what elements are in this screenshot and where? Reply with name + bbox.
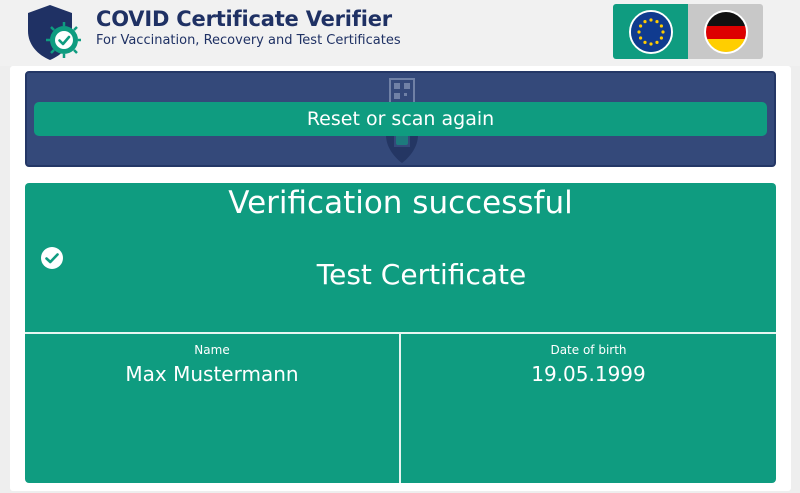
certificate-type: Test Certificate [316,258,527,291]
language-de-button[interactable] [688,4,763,59]
name-value: Max Mustermann [125,362,299,386]
german-flag-icon [703,9,748,54]
result-header: Verification successful Test Certificate [25,183,776,333]
language-switch [613,4,763,59]
dob-value: 19.05.1999 [531,362,646,386]
app-subtitle: For Vaccination, Recovery and Test Certi… [96,33,401,48]
eu-flag-icon [628,9,673,54]
language-eu-button[interactable] [613,4,688,59]
app-header: COVID Certificate Verifier For Vaccinati… [0,0,800,66]
name-field: Name Max Mustermann [25,341,399,388]
reset-scan-button[interactable]: Reset or scan again [34,102,767,136]
dob-label: Date of birth [550,343,627,357]
dob-field: Date of birth 19.05.1999 [401,341,776,388]
shield-check-virus-icon [28,5,81,60]
app-title: COVID Certificate Verifier [96,7,392,31]
verification-status: Verification successful [228,185,573,221]
name-label: Name [194,343,230,357]
verification-result-panel: Verification successful Test Certificate… [25,183,776,483]
